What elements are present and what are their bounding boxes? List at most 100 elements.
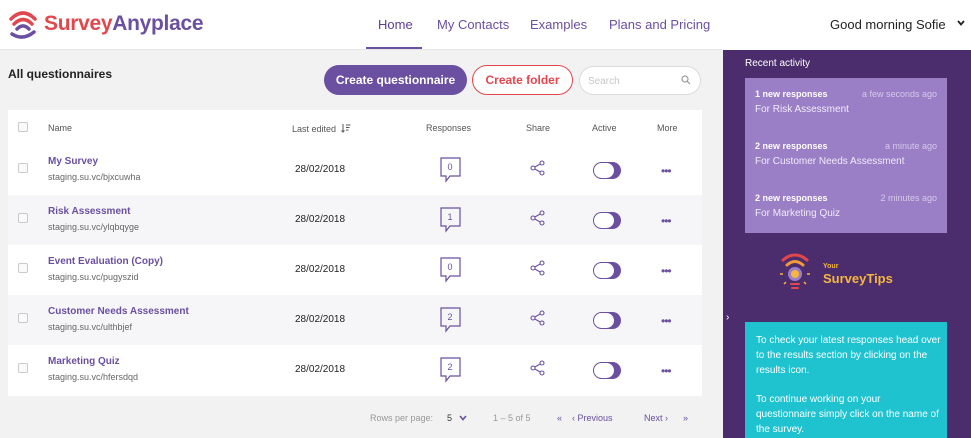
activity-time: a few seconds ago [861,89,937,99]
more-options-button[interactable]: ••• [661,264,672,278]
active-toggle[interactable] [593,262,621,279]
share-icon[interactable] [530,160,546,176]
tips-small-label: Your [823,263,839,270]
sort-desc-icon[interactable] [340,123,351,133]
responses-button[interactable]: 2 [440,307,462,333]
activity-headline: 1 new responses [755,89,828,99]
share-icon[interactable] [530,260,546,276]
activity-subject: For Customer Needs Assessment [755,156,905,167]
more-options-button[interactable]: ••• [661,314,672,328]
activity-headline: 2 new responses [755,141,828,151]
nav-plans-and-pricing[interactable]: Plans and Pricing [609,17,710,32]
column-header-active: Active [592,123,617,133]
share-icon[interactable] [530,210,546,226]
questionnaire-title[interactable]: Customer Needs Assessment [48,306,189,317]
pagination-range: 1 – 5 of 5 [493,413,531,423]
search-box[interactable] [579,66,701,95]
questionnaire-url: staging.su.vc/ulthbjef [48,322,133,332]
row-checkbox[interactable] [18,263,28,273]
select-all-checkbox[interactable] [18,122,28,132]
responses-button[interactable]: 0 [440,157,462,183]
user-greeting: Good morning Sofie [830,17,946,32]
first-page-button[interactable]: « [557,413,562,423]
row-checkbox[interactable] [18,163,28,173]
share-icon[interactable] [530,360,546,376]
questionnaire-title[interactable]: My Survey [48,156,98,167]
tip-text: To continue working on your questionnair… [756,394,939,435]
responses-button[interactable]: 1 [440,207,462,233]
last-edited-date: 28/02/2018 [295,214,346,225]
column-header-last-edited[interactable]: Last edited [292,123,351,134]
more-options-button[interactable]: ••• [661,164,672,178]
survey-tips-heading: Your SurveyTips [823,263,893,286]
search-icon[interactable] [681,75,691,85]
rows-per-page-label: Rows per page: [370,413,434,423]
last-edited-date: 28/02/2018 [295,364,346,375]
response-count: 1 [447,212,453,222]
more-options-button[interactable]: ••• [661,214,672,228]
nav-home[interactable]: Home [378,17,413,32]
lightbulb-icon [780,253,810,289]
response-count: 2 [447,312,453,322]
active-toggle[interactable] [593,162,621,179]
share-icon[interactable] [530,310,546,326]
nav-my-contacts[interactable]: My Contacts [437,17,509,32]
column-header-share: Share [526,123,551,133]
next-page-button[interactable]: Next › [644,413,668,423]
toggle-knob [594,313,614,328]
response-count: 0 [447,162,453,172]
last-edited-date: 28/02/2018 [295,164,346,175]
activity-subject: For Risk Assessment [755,104,849,115]
last-edited-date: 28/02/2018 [295,314,346,325]
response-count: 0 [447,262,453,272]
active-toggle[interactable] [593,362,621,379]
brand-name: SurveyAnyplace [44,12,204,35]
activity-headline: 2 new responses [755,193,828,203]
response-count: 2 [447,362,453,372]
recent-activity-list: 1 new responses a few seconds ago For Ri… [745,78,947,233]
questionnaire-url: staging.su.vc/hfersdqd [48,372,139,382]
tips-big-label: SurveyTips [823,271,893,286]
more-options-button[interactable]: ••• [661,364,672,378]
questionnaire-title[interactable]: Event Evaluation (Copy) [48,256,163,267]
active-toggle[interactable] [593,312,621,329]
recent-activity-title: Recent activity [745,58,811,69]
brand-logo[interactable]: SurveyAnyplace [8,8,204,40]
row-checkbox[interactable] [18,213,28,223]
nav-examples[interactable]: Examples [530,17,587,32]
toggle-knob [594,163,614,178]
questionnaire-title[interactable]: Marketing Quiz [48,356,120,367]
activity-time: a minute ago [884,141,937,151]
column-header-responses: Responses [426,123,472,133]
previous-page-button[interactable]: ‹ Previous [572,413,613,423]
toggle-knob [594,263,614,278]
questionnaire-url: staging.su.vc/ylqbqyge [48,222,140,232]
rows-per-page-select[interactable]: 5 [447,413,467,423]
activity-time: 2 minutes ago [880,193,937,203]
logo-icon [9,11,37,39]
top-bar: SurveyAnyplace Home My Contacts Examples… [0,0,971,50]
last-page-button[interactable]: » [683,413,688,423]
chevron-down-icon [458,415,467,421]
page-title: All questionnaires [8,67,113,81]
responses-button[interactable]: 2 [440,357,462,383]
questionnaire-url: staging.su.vc/pugyszid [48,272,139,282]
activity-subject: For Marketing Quiz [755,208,841,219]
column-header-more: More [657,123,678,133]
row-checkbox[interactable] [18,363,28,373]
responses-button[interactable]: 0 [440,257,462,283]
activity-item[interactable]: 2 new responses 2 minutes ago For Market… [745,182,947,233]
last-edited-date: 28/02/2018 [295,264,346,275]
row-checkbox[interactable] [18,313,28,323]
column-header-name: Name [48,123,73,133]
toggle-knob [594,213,614,228]
create-folder-button[interactable]: Create folder [472,65,573,95]
panel-toggle-icon[interactable]: › [726,312,729,323]
active-toggle[interactable] [593,212,621,229]
user-menu[interactable]: Good morning Sofie [723,0,971,50]
search-input[interactable] [588,73,678,89]
activity-item[interactable]: 2 new responses a minute ago For Custome… [745,130,947,182]
activity-item[interactable]: 1 new responses a few seconds ago For Ri… [745,78,947,130]
questionnaire-title[interactable]: Risk Assessment [48,206,130,217]
create-questionnaire-button[interactable]: Create questionnaire [324,65,467,95]
